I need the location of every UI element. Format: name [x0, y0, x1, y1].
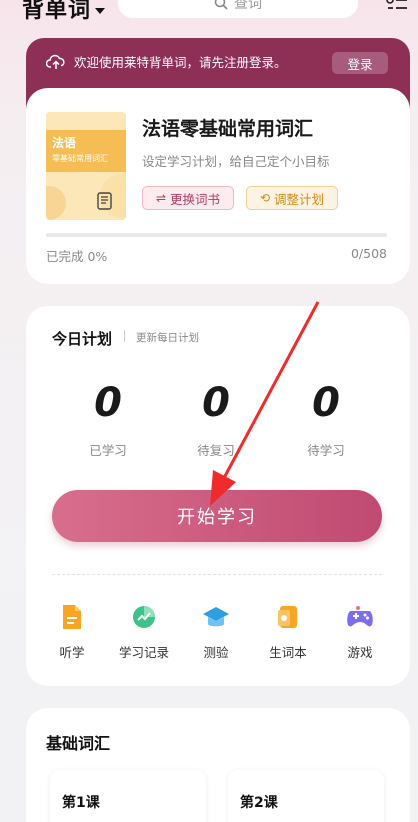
tool-quiz-label: 测验 — [203, 645, 229, 660]
headphone-doc-icon — [63, 605, 81, 629]
book-card: 法语 零基础常用词汇 法语零基础常用词汇 设定学习计划，给自己定个小目标 ⇌ 更… — [26, 88, 410, 284]
cover-subtitle: 零基础常用词汇 — [52, 154, 108, 163]
tool-quiz[interactable]: 测验 — [186, 602, 246, 661]
divider — [124, 330, 125, 342]
graduation-cap-icon — [203, 607, 229, 627]
update-plan-link[interactable]: 更新每日计划 — [136, 330, 199, 345]
change-book-button[interactable]: ⇌ 更换词书 — [142, 186, 234, 210]
search-input[interactable]: 查词 — [118, 0, 358, 18]
search-placeholder: 查词 — [234, 0, 262, 12]
stat-review-value: 0 — [202, 380, 230, 426]
lesson-label: 第2课 — [240, 795, 278, 811]
tool-listen[interactable]: 听学 — [42, 602, 102, 661]
stat-todo-value: 0 — [312, 380, 340, 426]
start-learning-button[interactable]: 开始学习 — [52, 490, 382, 542]
lesson-card-1[interactable]: 第1课 — [50, 770, 206, 822]
category-menu-icon[interactable] — [386, 0, 408, 14]
stat-todo: 0 待学习 — [276, 378, 376, 459]
tool-game[interactable]: 游戏 — [330, 602, 390, 661]
progress-count: 0/508 — [350, 246, 387, 261]
vocab-section-title: 基础词汇 — [46, 734, 111, 753]
app-title: 背单词 — [22, 0, 92, 23]
scroll-icon — [97, 192, 112, 210]
banner-message: 欢迎使用莱特背单词，请先注册登录。 — [74, 55, 287, 70]
adjust-plan-button[interactable]: ⟲ 调整计划 — [246, 186, 338, 210]
lesson-card-2[interactable]: 第2课 — [228, 770, 384, 822]
tool-game-label: 游戏 — [347, 645, 373, 660]
basic-vocab-card: 基础词汇 第1课 第2课 — [26, 708, 410, 822]
cloud-upload-icon — [46, 54, 65, 69]
swap-icon: ⇌ — [155, 191, 167, 205]
change-book-label: 更换词书 — [170, 191, 221, 207]
tool-notebook[interactable]: 生词本 — [258, 602, 318, 661]
tool-notebook-label: 生词本 — [269, 645, 307, 660]
top-bar: 背单词 查词 — [0, 0, 418, 28]
login-button[interactable]: 登录 — [332, 52, 388, 74]
stat-todo-label: 待学习 — [307, 443, 345, 458]
stat-learned-label: 已学习 — [89, 443, 127, 458]
book-cover[interactable]: 法语 零基础常用词汇 — [46, 112, 126, 220]
stat-review-label: 待复习 — [197, 443, 235, 458]
progress-percent: 已完成 0% — [46, 249, 108, 264]
book-title: 法语零基础常用词汇 — [142, 118, 314, 140]
tool-record[interactable]: 学习记录 — [114, 602, 174, 661]
lesson-label: 第1课 — [62, 795, 100, 811]
adjust-plan-label: 调整计划 — [274, 191, 325, 207]
cover-title: 法语 — [52, 136, 77, 150]
stat-learned: 0 已学习 — [58, 378, 158, 459]
notebook-icon — [278, 606, 297, 628]
gamepad-icon — [347, 606, 373, 627]
adjust-icon: ⟲ — [259, 191, 271, 205]
app-title-switcher[interactable]: 背单词 — [22, 0, 106, 24]
chart-record-icon — [133, 606, 155, 628]
today-plan-card: 今日计划 更新每日计划 0 已学习 0 待复习 0 待学习 开始学习 听学 学习… — [26, 306, 410, 686]
caret-down-icon — [95, 8, 106, 14]
search-icon — [214, 0, 228, 10]
tool-listen-label: 听学 — [59, 645, 85, 660]
progress-bar — [46, 233, 387, 237]
stat-review: 0 待复习 — [166, 378, 266, 459]
book-description: 设定学习计划，给自己定个小目标 — [142, 154, 330, 169]
plan-title: 今日计划 — [52, 330, 113, 348]
dashed-divider — [52, 574, 382, 575]
tool-record-label: 学习记录 — [118, 645, 169, 660]
stat-learned-value: 0 — [94, 380, 122, 426]
